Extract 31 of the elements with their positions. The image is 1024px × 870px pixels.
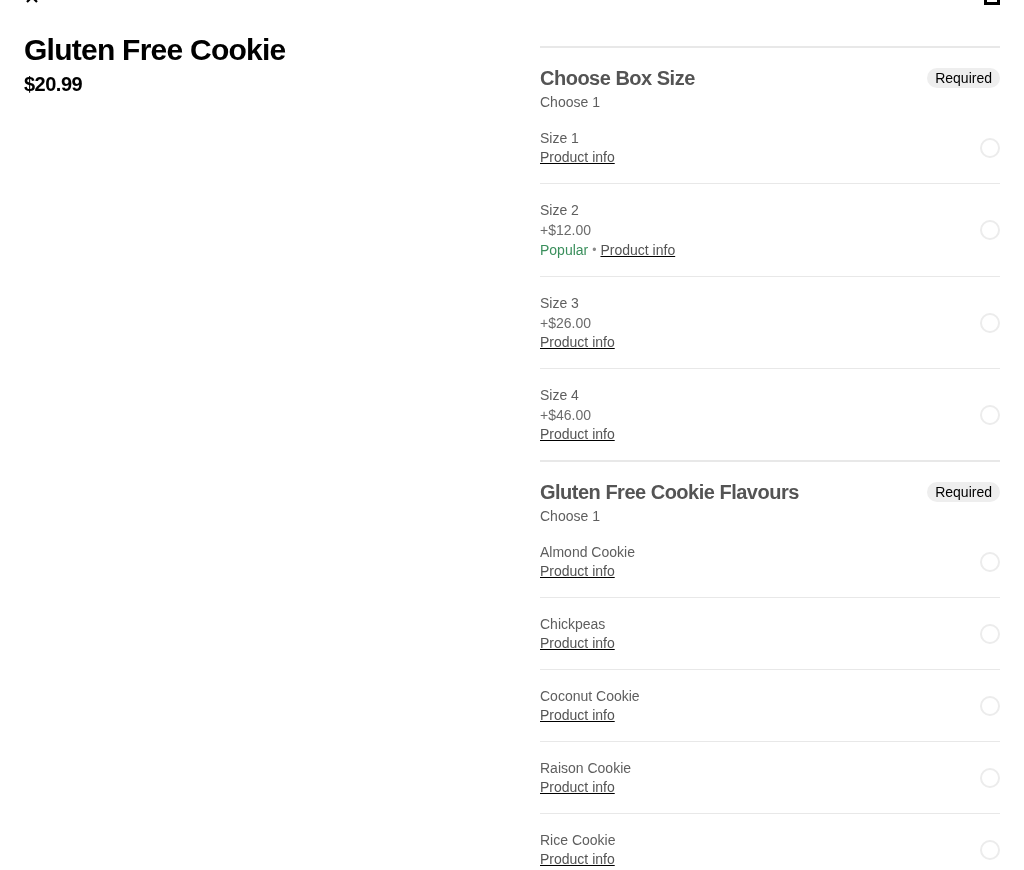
product-info-link[interactable]: Product info (540, 148, 615, 167)
product-title: Gluten Free Cookie (24, 32, 286, 68)
option-price: +$12.00 (540, 221, 591, 240)
option-name: Chickpeas (540, 615, 606, 634)
product-info-link[interactable]: Product info (540, 562, 615, 581)
option-name: Size 2 (540, 201, 579, 220)
product-info-link[interactable]: Product info (540, 778, 615, 797)
separator-dot: • (592, 242, 597, 259)
choose-hint: Choose 1 (540, 507, 600, 526)
product-info-link[interactable]: Product info (600, 240, 676, 260)
product-info-link[interactable]: Product info (540, 706, 615, 725)
popular-tag: Popular (540, 240, 589, 260)
option-price: +$26.00 (540, 314, 591, 333)
option-name: Size 1 (540, 129, 579, 148)
product-info-link[interactable]: Product info (540, 425, 615, 444)
option-name: Coconut Cookie (540, 687, 640, 706)
option-name: Almond Cookie (540, 543, 635, 562)
section-heading: Choose Box Size (540, 66, 695, 91)
product-info-link[interactable]: Product info (540, 634, 615, 653)
option-name: Raison Cookie (540, 759, 632, 778)
product-info-link[interactable]: Product info (540, 333, 615, 352)
option-name: Rice Cookie (540, 831, 616, 850)
option-price: +$46.00 (540, 406, 591, 425)
required-badge: Required (927, 482, 1000, 502)
product-price: $20.99 (24, 72, 83, 97)
choose-hint: Choose 1 (540, 93, 600, 112)
product-info-link[interactable]: Product info (540, 850, 615, 869)
required-badge: Required (927, 68, 1000, 88)
option-name: Size 3 (540, 294, 579, 313)
section-heading: Gluten Free Cookie Flavours (540, 480, 799, 505)
option-name: Size 4 (540, 386, 579, 405)
